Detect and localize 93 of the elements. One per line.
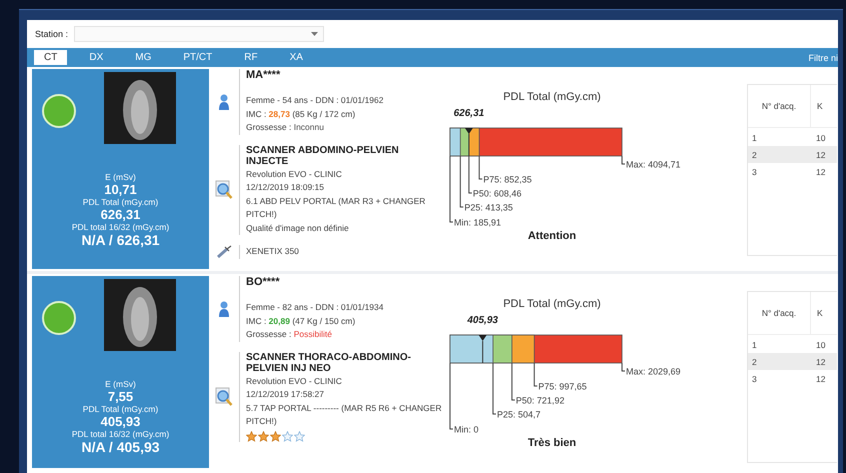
modality-tab[interactable]: MG bbox=[125, 50, 162, 65]
bmi-text: IMC : 20,89 (47 Kg / 150 cm) bbox=[246, 314, 356, 328]
star-icon[interactable] bbox=[270, 430, 281, 442]
star-icon[interactable] bbox=[258, 430, 269, 442]
table-cell-text: 10 bbox=[815, 340, 826, 350]
filter-label[interactable]: Filtre ni bbox=[808, 52, 838, 62]
leader-line bbox=[460, 156, 464, 208]
percentile-label: P50: 608,46 bbox=[472, 188, 522, 198]
metric-value: 10,71 bbox=[104, 183, 137, 197]
metric-label: PDL Total (mGy.cm) bbox=[82, 197, 158, 208]
xray-placeholder bbox=[104, 72, 176, 144]
gauge-title: PDL Total (mGy.cm) bbox=[503, 298, 601, 310]
leader-line bbox=[534, 362, 538, 386]
xray-placeholder bbox=[104, 279, 176, 351]
person-icon bbox=[218, 94, 230, 110]
table-cell-text: 12 bbox=[815, 356, 826, 366]
metric-value: 626,31 bbox=[100, 208, 140, 222]
pregnancy-text: Grossesse : Possibilité bbox=[246, 328, 333, 341]
metric-label: E (mSv) bbox=[105, 379, 136, 390]
modality-tab[interactable]: RF bbox=[234, 50, 268, 65]
leader-line bbox=[468, 156, 472, 194]
percentile-label: P50: 721,92 bbox=[516, 396, 564, 406]
percentile-label: P75: 852,35 bbox=[483, 174, 532, 184]
caret-icon bbox=[311, 32, 318, 36]
marker-value: 405,93 bbox=[467, 315, 498, 326]
exam-date: 12/12/2019 17:58:27 bbox=[246, 388, 325, 401]
percentile-label: P25: 413,35 bbox=[464, 202, 513, 212]
metric-value: N/A / 626,31 bbox=[81, 233, 160, 247]
table-cell-text: 2 bbox=[751, 356, 758, 368]
protocol-text: 5.7 TAP PORTAL --------- (MAR R5 R6 + CHANGER PITCH!) bbox=[246, 402, 443, 428]
percentile-label: Max: 4094,71 bbox=[626, 160, 681, 170]
table-cell-text: 12 bbox=[815, 166, 826, 176]
syringe-icon bbox=[216, 245, 232, 259]
leader-line bbox=[450, 362, 454, 430]
metric-value: 7,55 bbox=[108, 390, 134, 404]
gauge-title: PDL Total (mGy.cm) bbox=[503, 91, 601, 103]
patient-name: MA**** bbox=[246, 69, 282, 82]
metric-label: PDL total 16/32 (mGy.cm) bbox=[72, 429, 170, 440]
device-name: Revolution EVO - CLINIC bbox=[246, 374, 343, 388]
verdict-label: Très bien bbox=[528, 437, 576, 449]
star-icon[interactable] bbox=[246, 430, 257, 442]
star-icon[interactable] bbox=[294, 430, 305, 442]
magnifier-icon bbox=[215, 386, 233, 406]
bmi-text: IMC : 28,73 (85 Kg / 172 cm) bbox=[246, 108, 356, 121]
leader-line bbox=[492, 362, 496, 414]
pregnancy-text: Grossesse : Inconnu bbox=[246, 121, 325, 134]
quality-text: Qualité d'image non définie bbox=[246, 222, 350, 235]
modality-tab[interactable]: PT/CT bbox=[173, 50, 222, 65]
percentile-label: P75: 997,65 bbox=[538, 382, 587, 392]
metric-label: PDL Total (mGy.cm) bbox=[82, 404, 158, 415]
metric-value: 405,93 bbox=[100, 415, 140, 429]
percentile-label: P25: 504,7 bbox=[497, 410, 541, 420]
modality-tab[interactable]: DX bbox=[79, 50, 114, 65]
modality-tab[interactable]: XA bbox=[280, 50, 313, 65]
contrast-agent: XENETIX 350 bbox=[246, 245, 300, 258]
table-cell-text: 3 bbox=[751, 372, 758, 386]
table-cell-text: 12 bbox=[815, 150, 826, 160]
exam-date: 12/12/2019 18:09:15 bbox=[246, 181, 325, 194]
metric-label: PDL total 16/32 (mGy.cm) bbox=[72, 222, 170, 233]
exam-title: SCANNER ABDOMINO-PELVIEN INJECTE bbox=[246, 144, 400, 168]
patient-details: Femme - 54 ans - DDN : 01/01/1962 bbox=[246, 94, 384, 107]
marker-value: 626,31 bbox=[454, 108, 484, 119]
percentile-label: Min: 0 bbox=[454, 424, 479, 434]
person-icon bbox=[218, 300, 230, 317]
device-name: Revolution EVO - CLINIC bbox=[246, 168, 343, 180]
magnifier-icon bbox=[215, 180, 233, 200]
table-cell-text: 10 bbox=[815, 132, 826, 142]
percentile-label: Min: 185,91 bbox=[454, 218, 502, 228]
table-cell-text: 1 bbox=[751, 338, 758, 352]
table-cell-text: 2 bbox=[751, 148, 758, 162]
metric-label: E (mSv) bbox=[105, 172, 136, 183]
star-icon[interactable] bbox=[282, 430, 293, 442]
table-cell-text: 12 bbox=[815, 374, 826, 384]
table-cell-text: 1 bbox=[751, 132, 758, 144]
modality-tab[interactable]: CT bbox=[34, 50, 68, 65]
table-cell-text: 3 bbox=[751, 166, 758, 178]
leader-line bbox=[511, 362, 516, 400]
column-header: N° d'acq. bbox=[748, 292, 811, 334]
column-header: N° d'acq. bbox=[748, 85, 811, 127]
leader-line bbox=[478, 156, 483, 180]
metric-value: N/A / 405,93 bbox=[81, 440, 160, 454]
column-header: K bbox=[816, 101, 823, 111]
station-label: Station : bbox=[35, 29, 68, 39]
patient-details: Femme - 82 ans - DDN : 01/01/1934 bbox=[246, 301, 384, 314]
exam-title: SCANNER THORACO-ABDOMINO-PELVIEN INJ NEO bbox=[246, 352, 412, 374]
verdict-label: Attention bbox=[528, 230, 576, 242]
patient-name: BO**** bbox=[246, 276, 281, 289]
leader-line bbox=[622, 362, 626, 372]
column-header: K bbox=[816, 308, 823, 318]
protocol-text: 6.1 ABD PELV PORTAL (MAR R3 + CHANGER PITCH!) bbox=[246, 194, 426, 221]
leader-line bbox=[450, 156, 454, 222]
percentile-label: Max: 2029,69 bbox=[626, 366, 681, 376]
leader-line bbox=[622, 156, 626, 164]
